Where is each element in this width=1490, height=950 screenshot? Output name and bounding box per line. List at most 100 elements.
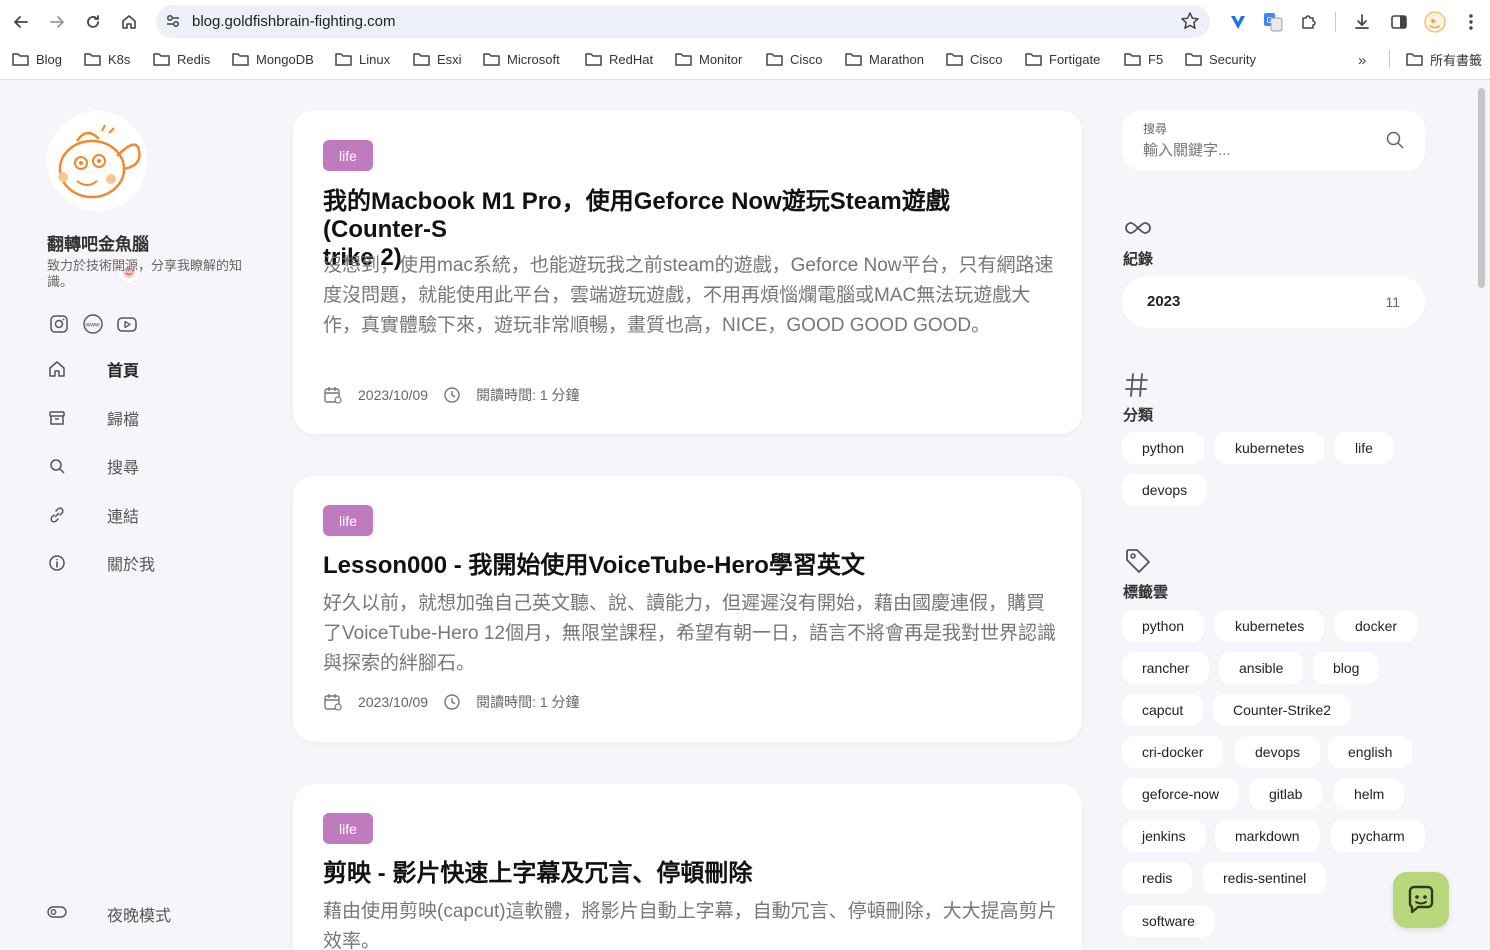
profile-avatar-icon[interactable] bbox=[1421, 8, 1449, 36]
tag-chip[interactable]: english bbox=[1328, 736, 1413, 768]
night-mode-toggle[interactable]: 夜晚模式 bbox=[47, 902, 171, 926]
site-settings-icon[interactable] bbox=[164, 12, 182, 30]
category-chip[interactable]: python bbox=[1122, 432, 1205, 464]
tag-chip[interactable]: markdown bbox=[1215, 820, 1320, 852]
tag-chip[interactable]: kubernetes bbox=[1215, 610, 1325, 642]
bookmark-folder[interactable]: MongoDB bbox=[232, 50, 314, 68]
tag-chip[interactable]: rancher bbox=[1122, 652, 1210, 684]
category-chip[interactable]: kubernetes bbox=[1215, 432, 1325, 464]
browser-toolbar: blog.goldfishbrain-fighting.com G bbox=[0, 0, 1490, 44]
post-excerpt: 好久以前，就想加強自己英文聽、說、讀能力，但遲遲沒有開始，藉由國慶連假，購買了V… bbox=[323, 593, 1057, 674]
home-button[interactable] bbox=[115, 8, 143, 36]
menu-label: 連結 bbox=[107, 509, 140, 526]
archive-count: 11 bbox=[1385, 294, 1400, 310]
menu-label: 歸檔 bbox=[107, 412, 140, 429]
archive-year-item[interactable]: 2023 11 bbox=[1122, 276, 1425, 328]
category-chip[interactable]: devops bbox=[1122, 474, 1208, 506]
tag-chip[interactable]: blog bbox=[1313, 652, 1380, 684]
site-title[interactable]: 翻轉吧金魚腦 bbox=[47, 230, 149, 255]
extensions-puzzle-icon[interactable] bbox=[1295, 8, 1323, 36]
search-input[interactable]: 輸入關鍵字... bbox=[1143, 139, 1231, 160]
post-meta: 2023/10/09 閱讀時間: 1 分鐘 bbox=[323, 384, 580, 406]
category-badge[interactable]: life bbox=[323, 140, 373, 171]
hash-icon bbox=[1124, 372, 1150, 403]
bookmark-folder[interactable]: Microsoft bbox=[483, 50, 560, 68]
more-bookmarks-button[interactable]: » bbox=[1358, 52, 1366, 69]
forward-button[interactable] bbox=[43, 8, 71, 36]
tag-chip[interactable]: pycharm bbox=[1331, 820, 1425, 852]
instagram-icon[interactable] bbox=[48, 313, 70, 335]
bookmark-star-icon[interactable] bbox=[1180, 11, 1200, 31]
bookmark-folder[interactable]: Fortigate bbox=[1025, 50, 1100, 68]
folder-icon bbox=[153, 53, 170, 66]
all-bookmarks-folder[interactable]: 所有書籤 bbox=[1406, 50, 1482, 68]
tag-chip[interactable]: python bbox=[1122, 610, 1205, 642]
side-panel-icon[interactable] bbox=[1385, 8, 1413, 36]
tag-chip[interactable]: redis-sentinel bbox=[1203, 862, 1327, 894]
post-title[interactable]: 剪映 - 影片快速上字幕及冗言、停頓刪除 bbox=[323, 860, 1053, 888]
tag-chip[interactable]: gitlab bbox=[1249, 778, 1323, 810]
browser-menu-icon[interactable] bbox=[1457, 8, 1485, 36]
night-mode-label: 夜晚模式 bbox=[107, 908, 172, 925]
tag-chip[interactable]: helm bbox=[1334, 778, 1405, 810]
post-card[interactable]: life 我的Macbook M1 Pro，使用Geforce Now遊玩Ste… bbox=[293, 110, 1082, 434]
bookmark-folder[interactable]: Monitor bbox=[675, 50, 742, 68]
goldfish-avatar-icon bbox=[47, 111, 147, 211]
tag-chip[interactable]: jenkins bbox=[1122, 820, 1206, 852]
folder-icon bbox=[1185, 53, 1202, 66]
tag-chip[interactable]: geforce-now bbox=[1122, 778, 1240, 810]
folder-icon bbox=[84, 53, 101, 66]
post-excerpt: 沒想到，使用mac系統，也能遊玩我之前steam的遊戲，Geforce Now平… bbox=[323, 255, 1054, 336]
menu-item-about[interactable]: 關於我 bbox=[47, 551, 247, 575]
search-widget[interactable]: 搜尋 輸入關鍵字... bbox=[1122, 110, 1425, 171]
infinity-icon bbox=[1124, 218, 1152, 243]
post-card[interactable]: life Lesson000 - 我開始使用VoiceTube-Hero學習英文… bbox=[293, 476, 1082, 742]
search-icon[interactable] bbox=[1385, 130, 1405, 150]
bookmark-folder[interactable]: Esxi bbox=[413, 50, 462, 68]
bookmark-folder[interactable]: F5 bbox=[1124, 50, 1163, 68]
extension-v-icon[interactable] bbox=[1224, 8, 1252, 36]
category-badge[interactable]: life bbox=[323, 813, 373, 844]
tag-chip[interactable]: cri-docker bbox=[1122, 736, 1224, 768]
chat-widget-button[interactable] bbox=[1393, 872, 1449, 928]
bookmark-folder[interactable]: Cisco bbox=[766, 50, 823, 68]
category-chip[interactable]: life bbox=[1335, 432, 1393, 464]
menu-item-home[interactable]: 首頁 bbox=[47, 357, 247, 381]
bookmark-folder[interactable]: Marathon bbox=[845, 50, 924, 68]
bookmark-folder[interactable]: Security bbox=[1185, 50, 1256, 68]
downloads-icon[interactable] bbox=[1348, 8, 1376, 36]
tag-chip[interactable]: redis bbox=[1122, 862, 1193, 894]
post-title[interactable]: Lesson000 - 我開始使用VoiceTube-Hero學習英文 bbox=[323, 552, 1053, 580]
tag-chip[interactable]: devops bbox=[1235, 736, 1321, 768]
categories-widget-title: 分類 bbox=[1123, 407, 1154, 424]
bookmark-folder[interactable]: K8s bbox=[84, 50, 130, 68]
page-scrollbar[interactable] bbox=[1478, 88, 1485, 288]
bookmark-folder[interactable]: Blog bbox=[12, 50, 62, 68]
bookmark-folder[interactable]: Cisco bbox=[946, 50, 1003, 68]
translate-icon[interactable]: G bbox=[1259, 8, 1287, 36]
folder-icon bbox=[335, 53, 352, 66]
post-excerpt: 藉由使用剪映(capcut)這軟體，將影片自動上字幕，自動冗言、停頓刪除，大大提… bbox=[323, 901, 1057, 950]
youtube-icon[interactable] bbox=[116, 313, 138, 335]
menu-item-search[interactable]: 搜尋 bbox=[47, 454, 247, 478]
menu-item-archives[interactable]: 歸檔 bbox=[47, 406, 247, 430]
tag-chip[interactable]: ansible bbox=[1219, 652, 1304, 684]
category-badge[interactable]: life bbox=[323, 505, 373, 536]
website-icon[interactable]: www bbox=[82, 313, 104, 335]
menu-item-links[interactable]: 連結 bbox=[47, 503, 247, 527]
tag-chip[interactable]: Counter-Strike2 bbox=[1213, 694, 1352, 726]
archive-icon bbox=[47, 408, 67, 428]
bookmark-folder[interactable]: Linux bbox=[335, 50, 390, 68]
avatar[interactable] bbox=[47, 111, 147, 211]
post-card[interactable]: life 剪映 - 影片快速上字幕及冗言、停頓刪除 藉由使用剪映(capcut)… bbox=[293, 784, 1082, 950]
bookmark-folder[interactable]: RedHat bbox=[585, 50, 653, 68]
tag-chip[interactable]: capcut bbox=[1122, 694, 1204, 726]
address-bar[interactable]: blog.goldfishbrain-fighting.com bbox=[156, 5, 1210, 38]
tag-chip[interactable]: software bbox=[1122, 905, 1215, 937]
bookmark-folder[interactable]: Redis bbox=[153, 50, 210, 68]
tag-chip[interactable]: docker bbox=[1335, 610, 1418, 642]
reload-button[interactable] bbox=[79, 8, 107, 36]
back-button[interactable] bbox=[7, 8, 35, 36]
folder-icon bbox=[413, 53, 430, 66]
menu-label: 搜尋 bbox=[107, 460, 140, 477]
